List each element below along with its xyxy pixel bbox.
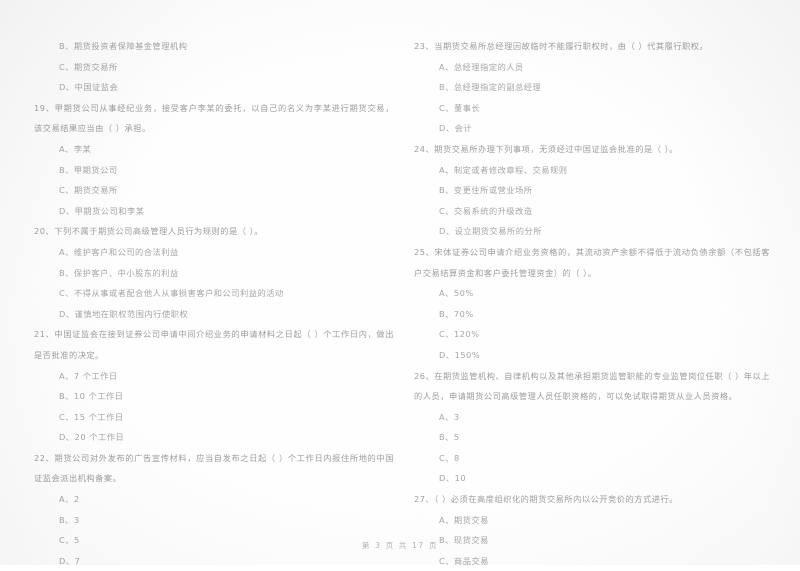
option-text: D、20 个工作日 bbox=[59, 432, 125, 443]
option-text: C、期货交易所 bbox=[59, 185, 118, 196]
option-text: A、期货交易 bbox=[439, 514, 489, 525]
option-text: B、3 bbox=[59, 514, 80, 525]
option-text: A、制定或者修改章程、交易规则 bbox=[439, 164, 568, 175]
page-footer: 第 3 页 共 17 页 bbox=[361, 541, 439, 550]
question-text: 19、甲期货公司从事经纪业务，接受客户李某的委托，以自己的名义为李某进行期货交易… bbox=[34, 102, 394, 134]
option-text: C、120% bbox=[439, 329, 480, 340]
option-text: D、甲期货公司和李某 bbox=[59, 205, 145, 216]
option-text: B、5 bbox=[439, 432, 460, 443]
question-text: 20、下列不属于期货公司高级管理人员行为规则的是（ ）。 bbox=[34, 226, 264, 237]
question-text: 21、中国证监会在接到证券公司申请中间介绍业务的申请材料之日起（ ）个工作日内，… bbox=[34, 329, 394, 360]
option-text: B、甲期货公司 bbox=[59, 164, 118, 175]
option-text: C、8 bbox=[439, 452, 460, 463]
option-text: D、会计 bbox=[439, 123, 473, 134]
option-text: B、保护客户、中小股东的利益 bbox=[59, 267, 179, 278]
option-text: D、150% bbox=[439, 349, 481, 360]
option-text: B、总经理指定的副总经理 bbox=[439, 82, 542, 93]
option-text: D、中国证监会 bbox=[59, 82, 119, 93]
option-text: D、7 bbox=[59, 555, 81, 566]
option-text: B、70% bbox=[439, 308, 474, 319]
option-text: C、不得从事或者配合他人从事损害客户和公司利益的活动 bbox=[59, 288, 284, 299]
option-text: A、2 bbox=[59, 494, 80, 505]
option-text: D、谨慎地在职权范围内行使职权 bbox=[59, 308, 189, 319]
option-text: A、总经理指定的人员 bbox=[439, 61, 524, 72]
option-text: C、董事长 bbox=[439, 102, 481, 113]
option-text: A、50% bbox=[439, 288, 474, 299]
option-text: A、7 个工作日 bbox=[59, 370, 118, 381]
scanned-page: B、期货投资者保障基金管理机构 C、期货交易所 D、中国证监会 19、甲期货公司从事经… bbox=[0, 0, 800, 566]
question-text: 25、宋体证券公司申请介绍业务资格的，其流动资产余额不得低于流动负债余额（不包括… bbox=[414, 246, 770, 278]
question-text: 23、当期货交易所总经理因故临时不能履行职权时，由（ ）代其履行职权。 bbox=[414, 41, 709, 51]
option-text: D、设立期货交易所的分所 bbox=[439, 226, 542, 237]
option-text: A、李某 bbox=[59, 143, 92, 154]
option-text: B、变更住所或营业场所 bbox=[439, 185, 533, 196]
question-text: 24、期货交易所办理下列事项，无须经过中国证监会批准的是（ ）。 bbox=[414, 143, 678, 154]
two-column-body: B、期货投资者保障基金管理机构 C、期货交易所 D、中国证监会 19、甲期货公司从事经… bbox=[0, 36, 800, 566]
option-text: C、交易系统的升级改造 bbox=[439, 205, 533, 216]
option-text: C、商品交易 bbox=[439, 555, 489, 566]
question-text: 26、在期货监管机构、自律机构以及其他承担期货监管职能的专业监管岗位任职（ ）年… bbox=[414, 370, 770, 402]
option-text: C、期货交易所 bbox=[59, 61, 118, 72]
question-text: 27、（ ）必须在高度组织化的期货交易所内以公开竞价的方式进行。 bbox=[414, 494, 678, 505]
option-text: D、10 bbox=[439, 473, 467, 484]
right-text-column: 23、当期货交易所总经理因故临时不能履行职权时，由（ ）代其履行职权。 A、总经理… bbox=[400, 36, 800, 566]
option-text: A、3 bbox=[439, 411, 460, 422]
option-text: C、15 个工作日 bbox=[59, 411, 124, 422]
question-text: 22、期货公司对外发布的广告宣传材料，应当自发布之日起（ ）个工作日内报住所地的… bbox=[34, 452, 394, 484]
left-text-column: B、期货投资者保障基金管理机构 C、期货交易所 D、中国证监会 19、甲期货公司从事经… bbox=[0, 36, 400, 566]
option-text: B、10 个工作日 bbox=[59, 391, 124, 402]
option-text: B、期货投资者保障基金管理机构 bbox=[59, 41, 188, 51]
option-text: A、维护客户和公司的合法利益 bbox=[59, 246, 179, 257]
